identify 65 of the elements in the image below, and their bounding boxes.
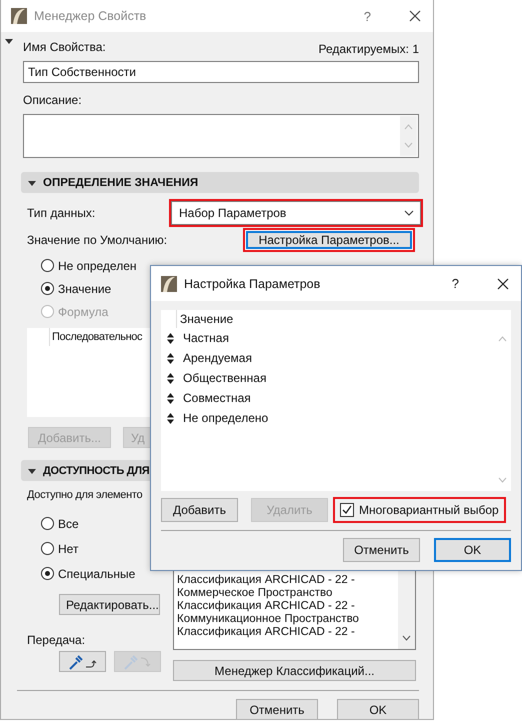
list-item[interactable]: Совместная [183,391,251,405]
radio-label: Специальные [58,566,136,580]
window-title: Менеджер Свойств [34,9,148,23]
classification-item[interactable]: Классификация ARCHICAD - 22 - [177,600,398,613]
reorder-icon[interactable] [167,392,174,404]
column-header: Последовательнос [49,328,144,346]
list-item[interactable]: Арендуемая [183,351,252,365]
field-label: Доступно для элементо [27,489,142,501]
field-label: Имя Свойства: [23,40,106,54]
list-item[interactable]: Общественная [183,371,266,385]
eyedropper-icon [68,654,98,670]
data-type-dropdown[interactable]: Набор Параметров [171,201,421,225]
cancel-button[interactable]: Отменить [236,699,318,720]
setup-button[interactable]: Настройка Параметров... [243,228,415,252]
field-label: Описание: [23,93,82,107]
chevron-down-icon[interactable] [402,635,411,641]
radio-button[interactable] [41,542,54,555]
help-button[interactable]: ? [364,8,371,24]
reorder-icon[interactable] [167,412,174,424]
edit-button[interactable]: Редактировать... [59,594,160,615]
close-icon[interactable] [497,278,509,290]
section-title: ДОСТУПНОСТЬ ДЛЯ [43,464,150,476]
list-item[interactable]: Частная [183,331,229,345]
classification-item[interactable]: Классификация ARCHICAD - 22 - [177,574,398,587]
caret-icon[interactable] [5,39,13,44]
reorder-icon[interactable] [167,332,174,344]
reorder-icon[interactable] [167,372,174,384]
field-label: Значение по Умолчанию: [27,233,168,247]
radio-button[interactable] [41,282,54,295]
eyedropper-button[interactable] [59,651,106,672]
section-title: ОПРЕДЕЛЕНИЕ ЗНАЧЕНИЯ [43,176,198,188]
description-field[interactable] [23,114,419,158]
multiple-choice-option[interactable]: Многовариантный выбор [334,498,505,522]
list-item[interactable]: Не определено [183,411,268,425]
cancel-button[interactable]: Отменить [343,538,420,562]
radio-label: Все [58,516,79,530]
classification-item[interactable]: Коммуникационное Пространство [177,613,398,626]
reorder-icon[interactable] [167,352,174,364]
radio-label: Значение [58,282,112,296]
checkbox[interactable] [340,503,354,517]
radio-label: Формула [58,304,108,318]
section-header[interactable]: ОПРЕДЕЛЕНИЕ ЗНАЧЕНИЯ [21,172,419,193]
radio-button[interactable] [41,259,54,272]
close-icon[interactable] [409,10,421,22]
radio-label: Не определен [58,258,137,272]
classification-item[interactable]: Классификация ARCHICAD - 22 - [177,626,398,639]
radio-button[interactable] [41,567,54,580]
editable-count: Редактируемых: 1 [318,42,419,56]
ok-button[interactable]: OK [337,699,419,720]
eyedropper-icon [122,654,152,670]
checkbox-label: Многовариантный выбор [359,503,499,517]
name-field[interactable]: Тип Собственности [23,61,419,83]
radio-button[interactable] [41,517,54,530]
add-button[interactable]: Добавить [161,498,238,522]
app-logo-icon [161,276,177,292]
field-label: Тип данных: [27,206,96,220]
field-label: Передача: [27,633,86,647]
help-button[interactable]: ? [452,276,459,291]
ok-button[interactable]: OK [434,538,511,562]
classification-manager-button[interactable]: Менеджер Классификаций... [173,660,416,681]
chevron-down-icon [404,210,414,216]
app-logo-icon [11,8,27,24]
classification-item[interactable]: Коммерческое Пространство [177,587,398,600]
radio-label: Нет [58,542,78,556]
window-title: Настройка Параметров [184,276,322,290]
